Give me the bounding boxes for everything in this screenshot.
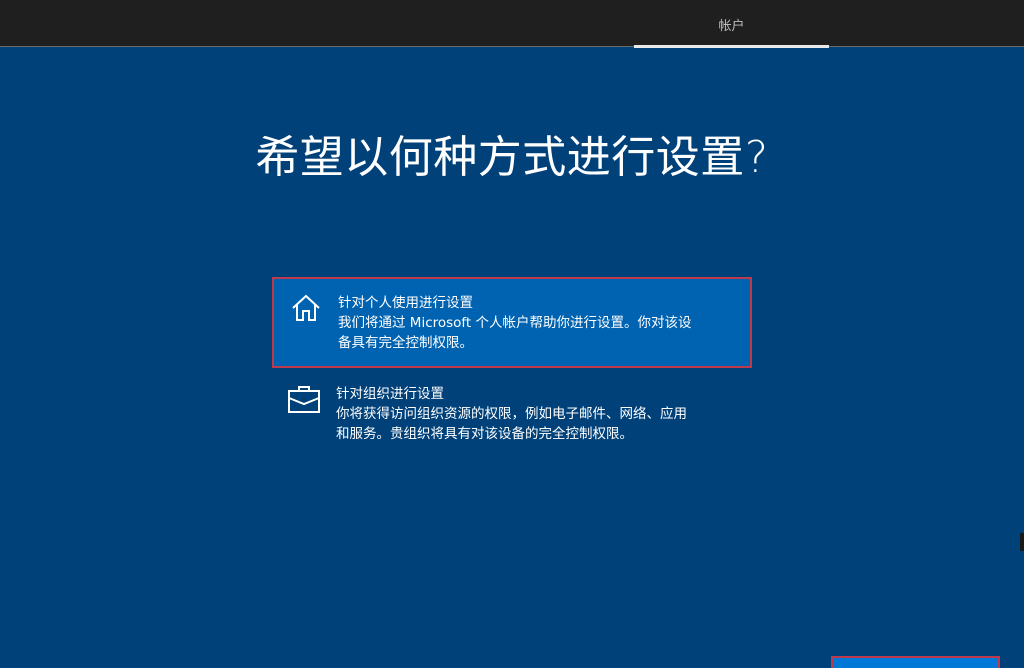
briefcase-icon — [287, 382, 321, 416]
option-organization[interactable]: 针对组织进行设置 你将获得访问组织资源的权限，例如电子邮件、网络、应用 和服务。… — [272, 370, 752, 456]
next-button[interactable] — [831, 656, 1000, 668]
tab-account-label: 帐户 — [718, 19, 745, 34]
option-organization-desc-line2: 和服务。贵组织将具有对该设备的完全控制权限。 — [336, 426, 633, 442]
option-organization-desc-line1: 你将获得访问组织资源的权限，例如电子邮件、网络、应用 — [336, 406, 687, 422]
tab-account[interactable]: 帐户 — [634, 0, 829, 48]
top-bar: 帐户 — [0, 0, 1024, 48]
page-title: 希望以何种方式进行设置? — [255, 132, 769, 183]
tab-active-indicator — [634, 45, 829, 48]
scroll-edge-marker — [1020, 533, 1024, 551]
option-personal-desc-line1: 我们将通过 Microsoft 个人帐户帮助你进行设置。你对该设 — [338, 315, 692, 331]
option-organization-title: 针对组织进行设置 — [336, 386, 444, 402]
option-personal-title: 针对个人使用进行设置 — [338, 295, 473, 311]
option-personal-desc-line2: 备具有完全控制权限。 — [338, 335, 473, 351]
home-icon — [289, 291, 323, 325]
option-personal-use[interactable]: 针对个人使用进行设置 我们将通过 Microsoft 个人帐户帮助你进行设置。你… — [272, 277, 752, 368]
